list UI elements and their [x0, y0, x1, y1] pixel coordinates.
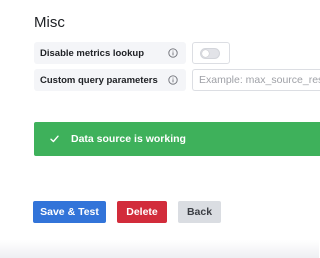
custom-query-parameters-input[interactable] — [192, 69, 320, 91]
data-source-status-alert: Data source is working — [34, 122, 320, 156]
info-icon[interactable] — [166, 73, 180, 87]
disable-metrics-lookup-label-box: Disable metrics lookup — [34, 42, 186, 64]
save-and-test-button[interactable]: Save & Test — [33, 201, 106, 223]
disable-metrics-lookup-row: Disable metrics lookup — [34, 42, 230, 64]
disable-metrics-lookup-switch-container[interactable] — [192, 42, 230, 64]
footer-shadow — [0, 240, 319, 258]
custom-query-parameters-label: Custom query parameters — [40, 74, 158, 86]
status-message: Data source is working — [71, 133, 186, 145]
info-icon[interactable] — [166, 46, 180, 60]
delete-button[interactable]: Delete — [117, 201, 167, 223]
section-title: Misc — [34, 14, 65, 31]
disable-metrics-lookup-switch[interactable] — [200, 47, 220, 59]
custom-query-parameters-row: Custom query parameters — [34, 69, 320, 91]
check-icon — [49, 135, 59, 143]
disable-metrics-lookup-label: Disable metrics lookup — [40, 47, 145, 59]
back-button[interactable]: Back — [178, 201, 221, 223]
custom-query-parameters-label-box: Custom query parameters — [34, 69, 186, 91]
